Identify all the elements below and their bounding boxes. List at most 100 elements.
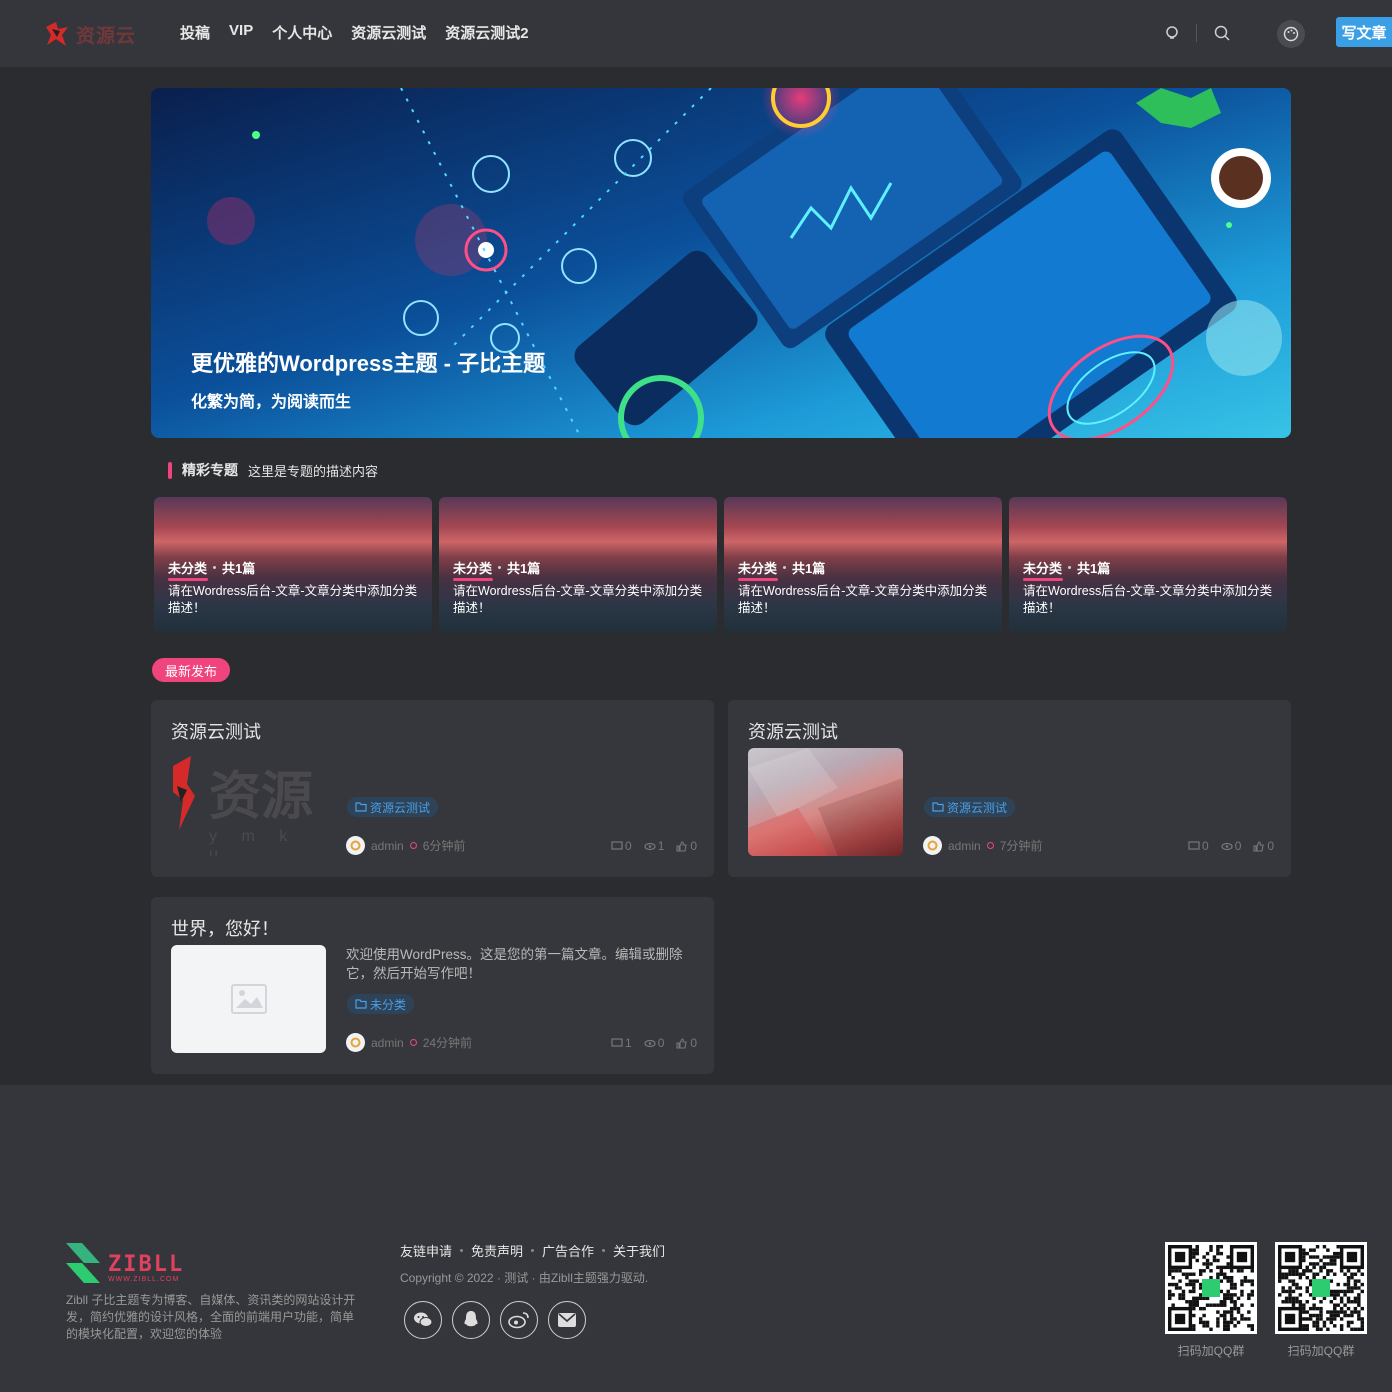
banner-illustration [151,88,1291,438]
topic-card[interactable]: 未分类 共1篇 请在Wordress后台-文章-文章分类中添加分类描述！ [154,497,432,632]
folder-icon [932,802,944,812]
topic-count: 共1篇 [1077,561,1111,576]
eye-icon [1221,842,1233,850]
post-category-tag[interactable]: 未分类 [347,994,415,1014]
footer-logo[interactable]: ZIBLL WWW.ZIBLL.COM [66,1243,184,1283]
topic-underline [738,578,778,581]
comment-icon [611,840,623,850]
topic-card[interactable]: 未分类 共1篇 请在Wordress后台-文章-文章分类中添加分类描述！ [1009,497,1287,632]
thumbs-up-icon [676,840,688,852]
footer-link-friend[interactable]: 友链申请 [400,1241,452,1260]
post-title[interactable]: 世界，您好！ [171,915,279,941]
post-time: 6分钟前 [422,839,466,853]
post-stats: 0 0 0 [1188,839,1274,853]
tag-label: 资源云测试 [947,800,1008,815]
post-author[interactable]: admin [371,839,404,853]
write-article-button[interactable]: 写文章 [1336,17,1392,47]
comment-count: 0 [1202,839,1209,853]
mail-icon[interactable] [548,1301,586,1339]
post-thumbnail[interactable] [171,945,326,1053]
qr-label: 扫码加QQ群 [1287,1344,1355,1358]
topic-underline [453,578,493,581]
thumbs-up-icon [1253,840,1265,852]
qr-code [1165,1242,1257,1334]
comment-icon [611,1037,623,1047]
comment-count: 1 [625,1036,632,1050]
topic-category: 未分类 [738,561,778,576]
topic-description: 请在Wordress后台-文章-文章分类中添加分类描述！ [453,584,703,615]
footer-links: 友链申请 免责声明 广告合作 关于我们 [400,1241,665,1260]
post-meta: admin 24分钟前 [346,1033,472,1052]
qr-code-image [1278,1245,1364,1331]
lightbulb-icon[interactable] [1163,24,1181,42]
topic-description: 请在Wordress后台-文章-文章分类中添加分类描述！ [1023,584,1273,615]
footer-logo-sub: WWW.ZIBLL.COM [108,1276,180,1283]
avatar[interactable] [346,836,365,855]
topic-category: 未分类 [1023,561,1063,576]
post-card[interactable]: 资源云测试 资源 y m k u . 资源云测试 admin 6分钟前 0 1 … [151,700,714,877]
avatar[interactable] [923,836,942,855]
main-nav: 投稿 VIP 个人中心 资源云测试 资源云测试2 [180,22,529,43]
post-excerpt: 欢迎使用WordPress。这是您的第一篇文章。编辑或删除它，然后开始写作吧！ [346,947,683,981]
post-thumbnail[interactable] [748,748,903,856]
topic-category: 未分类 [168,561,208,576]
view-count: 0 [657,1036,665,1050]
nav-item-submit[interactable]: 投稿 [180,22,210,43]
topic-count: 共1篇 [222,561,256,576]
post-time: 24分钟前 [422,1036,473,1050]
post-card[interactable]: 世界，您好！ 欢迎使用WordPress。这是您的第一篇文章。编辑或删除它，然后… [151,897,714,1074]
site-footer: ZIBLL WWW.ZIBLL.COM Zibll 子比主题专为博客、自媒体、资… [0,1085,1392,1392]
qq-icon[interactable] [452,1301,490,1339]
topic-card[interactable]: 未分类 共1篇 请在Wordress后台-文章-文章分类中添加分类描述！ [439,497,717,632]
topics-list: 未分类 共1篇 请在Wordress后台-文章-文章分类中添加分类描述！ 未分类共… [154,497,1287,632]
avatar[interactable] [346,1033,365,1052]
site-header: 资源云 投稿 VIP 个人中心 资源云测试 资源云测试2 写文章 [0,0,1392,67]
post-category-tag[interactable]: 资源云测试 [924,797,1016,817]
logo-mark-icon [42,19,72,49]
meta-dot [409,842,417,849]
topic-underline [1023,578,1063,581]
post-card[interactable]: 资源云测试 资源云测试 admin 7分钟前 0 0 0 [728,700,1291,877]
eye-icon [644,1039,656,1047]
wechat-icon[interactable] [404,1301,442,1339]
topic-description: 请在Wordress后台-文章-文章分类中添加分类描述！ [738,584,988,615]
view-count: 1 [657,839,665,853]
footer-link-about[interactable]: 关于我们 [613,1241,665,1260]
post-category-tag[interactable]: 资源云测试 [347,797,439,817]
nav-item-test[interactable]: 资源云测试 [351,22,426,43]
post-author[interactable]: admin [371,1036,404,1050]
site-logo[interactable]: 资源云 [42,17,138,51]
post-thumbnail[interactable]: 资源 y m k u . [171,748,326,856]
like-count: 0 [690,839,698,853]
weibo-icon[interactable] [500,1301,538,1339]
meta-dot [986,842,994,849]
search-icon[interactable] [1213,24,1231,42]
image-placeholder-icon [231,984,267,1014]
topic-count: 共1篇 [792,561,826,576]
topics-section-header: 精彩专题 这里是专题的描述内容 [168,460,378,480]
post-title[interactable]: 资源云测试 [171,718,261,744]
qr-code [1275,1242,1367,1334]
tag-label: 未分类 [370,997,407,1012]
banner-title[interactable]: 更优雅的Wordpress主题 - 子比主题 [191,346,545,378]
topic-card[interactable]: 未分类 共1篇 请在Wordress后台-文章-文章分类中添加分类描述！ [724,497,1002,632]
footer-link-disclaimer[interactable]: 免责声明 [471,1241,523,1260]
post-author[interactable]: admin [948,839,981,853]
post-title[interactable]: 资源云测试 [748,718,838,744]
header-divider [1196,24,1197,42]
footer-link-ads[interactable]: 广告合作 [542,1241,594,1260]
like-count: 0 [1267,839,1275,853]
post-meta: admin 6分钟前 [346,836,465,855]
comment-count: 0 [625,839,632,853]
nav-item-user-center[interactable]: 个人中心 [272,22,332,43]
nav-item-vip[interactable]: VIP [229,22,253,43]
comment-icon [1188,840,1200,850]
nav-item-test2[interactable]: 资源云测试2 [445,22,528,43]
palette-icon[interactable] [1277,20,1305,48]
hero-banner[interactable]: 更优雅的Wordpress主题 - 子比主题 化繁为简，为阅读而生 [151,88,1291,438]
thumbs-up-icon [676,1037,688,1049]
footer-socials [404,1301,586,1339]
like-count: 0 [690,1036,698,1050]
abstract-thumb-image [748,748,903,856]
topics-description: 这里是专题的描述内容 [248,463,379,479]
